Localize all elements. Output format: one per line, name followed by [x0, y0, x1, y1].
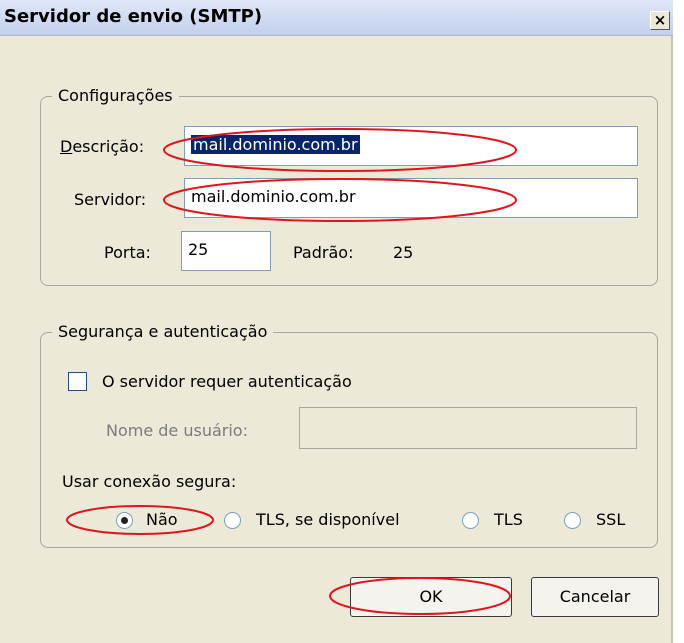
smtp-dialog: Servidor de envio (SMTP) × Configurações… — [0, 0, 673, 643]
highlight-ellipse-servidor — [163, 178, 517, 222]
annotation-layer — [66, 128, 517, 615]
highlight-ellipse-ok — [329, 577, 511, 615]
highlight-ellipse-nao — [66, 505, 214, 535]
highlight-ellipse-descricao — [163, 128, 517, 172]
